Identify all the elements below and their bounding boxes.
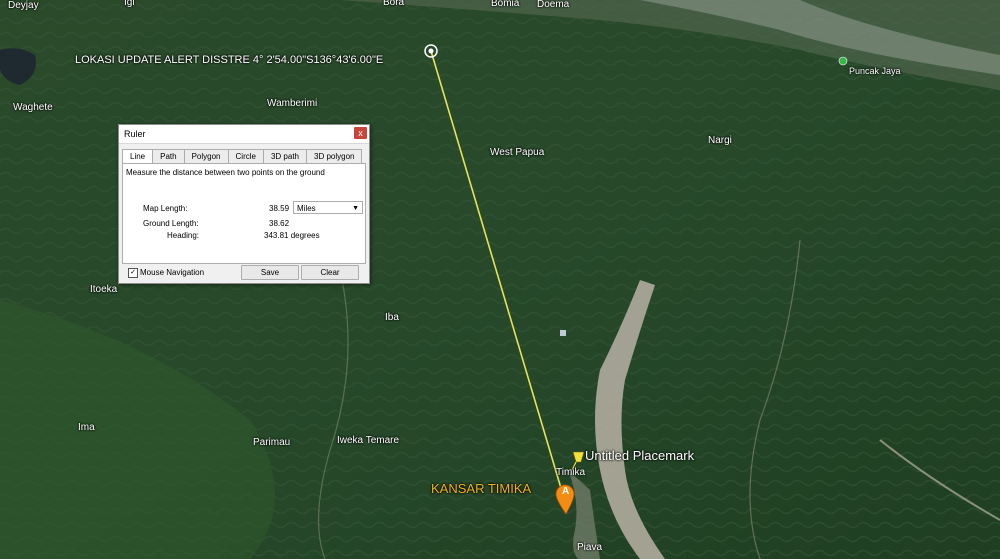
save-button[interactable]: Save (241, 265, 299, 280)
tab-3d-polygon[interactable]: 3D polygon (306, 149, 363, 163)
close-icon[interactable]: x (354, 127, 367, 139)
ruler-titlebar[interactable]: Ruler x (119, 125, 369, 144)
place-timika: Timika (556, 467, 586, 478)
map-length-value: 38.59 (269, 204, 290, 213)
map-length-label: Map Length: (143, 204, 188, 213)
ruler-tabs: Line Path Polygon Circle 3D path 3D poly… (122, 149, 363, 164)
ruler-panel: Measure the distance between two points … (122, 163, 366, 264)
place-ima: Ima (78, 422, 95, 433)
place-puncak-jaya: Puncak Jaya (849, 66, 901, 76)
ruler-description: Measure the distance between two points … (126, 168, 325, 177)
pin-letter: A (562, 486, 570, 497)
place-waghete: Waghete (13, 102, 53, 113)
placemark-label[interactable]: Untitled Placemark (585, 448, 694, 463)
place-bora: Bora (383, 0, 405, 8)
ruler-title: Ruler (124, 129, 146, 139)
ground-length-label: Ground Length: (143, 219, 199, 228)
place-itoeka: Itoeka (90, 284, 118, 295)
tab-line[interactable]: Line (122, 149, 154, 164)
ground-length-value: 38.62 (269, 219, 290, 228)
place-iba: Iba (385, 312, 399, 323)
tab-3d-path[interactable]: 3D path (262, 149, 307, 163)
kansar-timika-label[interactable]: KANSAR TIMIKA (431, 481, 531, 496)
unit-select[interactable]: Miles ▼ (293, 201, 363, 214)
place-wamberimi: Wamberimi (267, 98, 318, 109)
place-parimau: Parimau (253, 437, 291, 448)
chevron-down-icon: ▼ (352, 205, 359, 212)
heading-value: 343.81 degrees (264, 231, 320, 240)
place-iweka-temare: Iweka Temare (337, 435, 400, 446)
tab-polygon[interactable]: Polygon (183, 149, 229, 163)
alert-location-label: LOKASI UPDATE ALERT DISSTRE 4° 2'54.00"S… (75, 54, 384, 66)
place-bomia: Bomia (491, 0, 520, 9)
tab-path[interactable]: Path (152, 149, 185, 163)
mouse-navigation-label[interactable]: Mouse Navigation (140, 268, 204, 277)
tab-circle[interactable]: Circle (227, 149, 264, 163)
place-igi: Igi (124, 0, 135, 8)
place-deyjay: Deyjay (8, 0, 39, 11)
clear-button[interactable]: Clear (301, 265, 359, 280)
mouse-navigation-checkbox[interactable]: ✓ (128, 268, 138, 278)
place-piava: Piava (577, 542, 603, 553)
peak-icon (838, 56, 848, 66)
place-west-papua: West Papua (490, 147, 545, 158)
ruler-dialog: Ruler x Line Path Polygon Circle 3D path… (118, 124, 370, 284)
heading-label: Heading: (167, 231, 200, 240)
place-nargi: Nargi (708, 135, 732, 146)
airport-icon (560, 330, 566, 336)
place-doema: Doema (537, 0, 570, 10)
unit-select-value: Miles (297, 204, 316, 213)
